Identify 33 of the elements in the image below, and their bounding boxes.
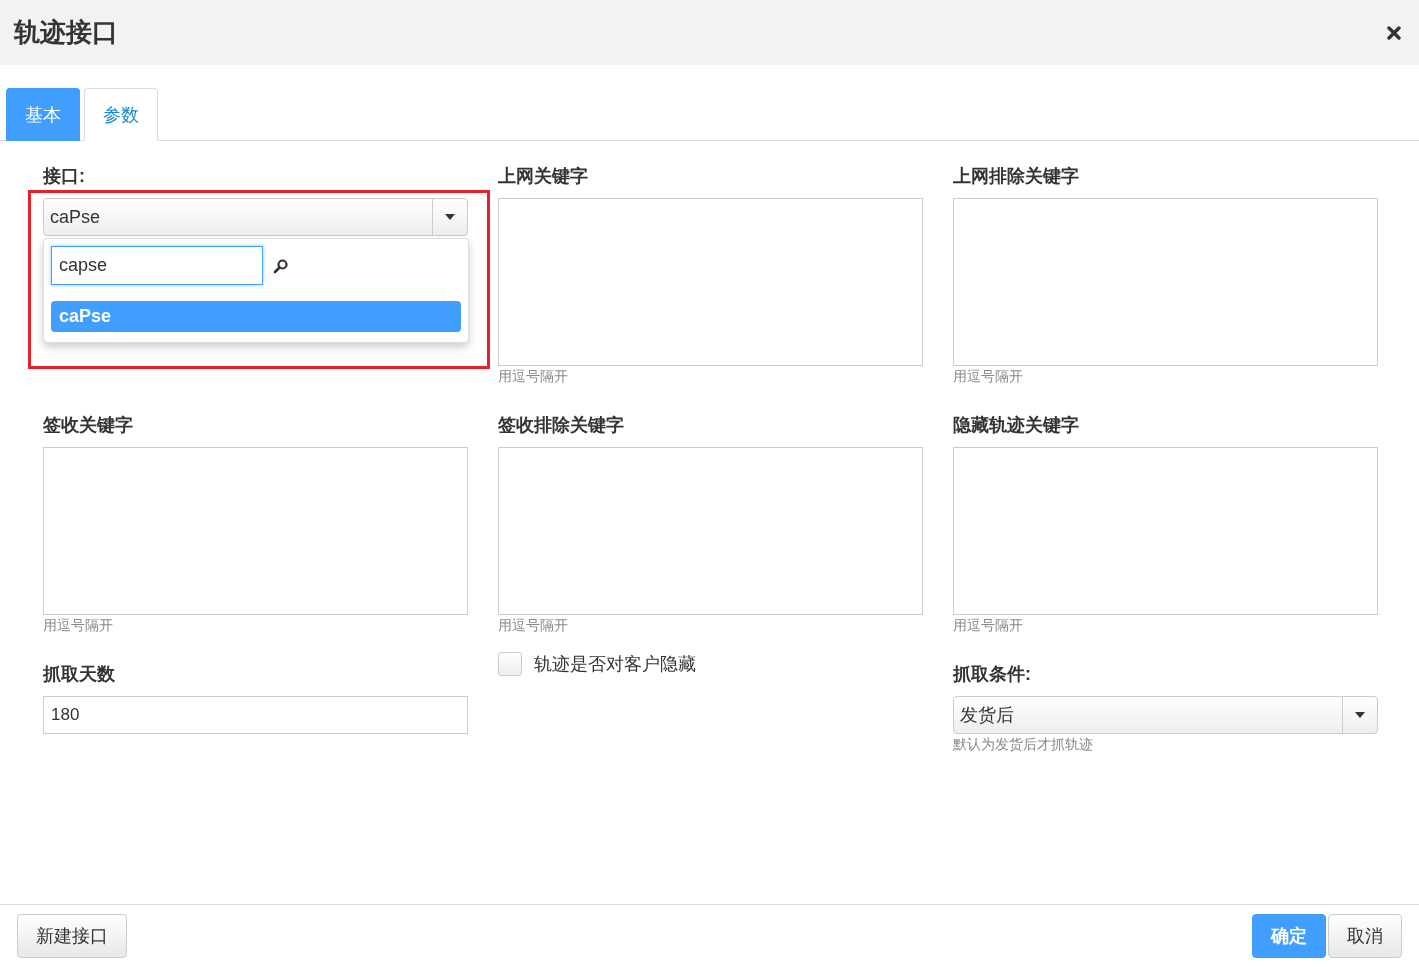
- select-field[interactable]: 发货后: [953, 696, 1378, 734]
- tab[interactable]: 参数: [84, 88, 158, 141]
- field-label: 签收排除关键字: [498, 414, 624, 436]
- text-area[interactable]: [43, 447, 468, 615]
- footer-button[interactable]: 取消: [1328, 914, 1402, 958]
- field-label: 上网排除关键字: [953, 165, 1079, 187]
- text-area[interactable]: [953, 447, 1378, 615]
- hint-text: 用逗号隔开: [498, 616, 569, 635]
- close-icon[interactable]: [1387, 25, 1401, 40]
- search-field[interactable]: capse: [51, 246, 263, 285]
- field-label: 抓取天数: [43, 663, 115, 685]
- hint-text: 用逗号隔开: [43, 616, 114, 635]
- caret-icon: [445, 214, 455, 220]
- text-area[interactable]: [953, 198, 1378, 366]
- caret-icon: [1355, 712, 1365, 718]
- field-label: 上网关键字: [498, 165, 588, 187]
- field-label: 隐藏轨迹关键字: [953, 414, 1079, 436]
- checkbox-label: 轨迹是否对客户隐藏: [534, 653, 696, 676]
- field-label: 接口:: [43, 165, 85, 187]
- hint-text: 用逗号隔开: [953, 367, 1024, 386]
- field-label: 抓取条件:: [953, 663, 1031, 685]
- hint-text: 用逗号隔开: [953, 616, 1024, 635]
- field-label: 签收关键字: [43, 414, 133, 436]
- select-field[interactable]: caPse: [43, 198, 468, 236]
- search-icon[interactable]: [273, 257, 289, 274]
- checkbox[interactable]: [498, 652, 522, 676]
- dialog-title: 轨迹接口: [14, 16, 118, 49]
- footer-button[interactable]: 新建接口: [17, 914, 127, 958]
- hint-text: 用逗号隔开: [498, 367, 569, 386]
- hint-text: 默认为发货后才抓轨迹: [953, 735, 1094, 754]
- text-area[interactable]: [498, 198, 923, 366]
- input-field[interactable]: 180: [43, 696, 468, 734]
- text-area[interactable]: [498, 447, 923, 615]
